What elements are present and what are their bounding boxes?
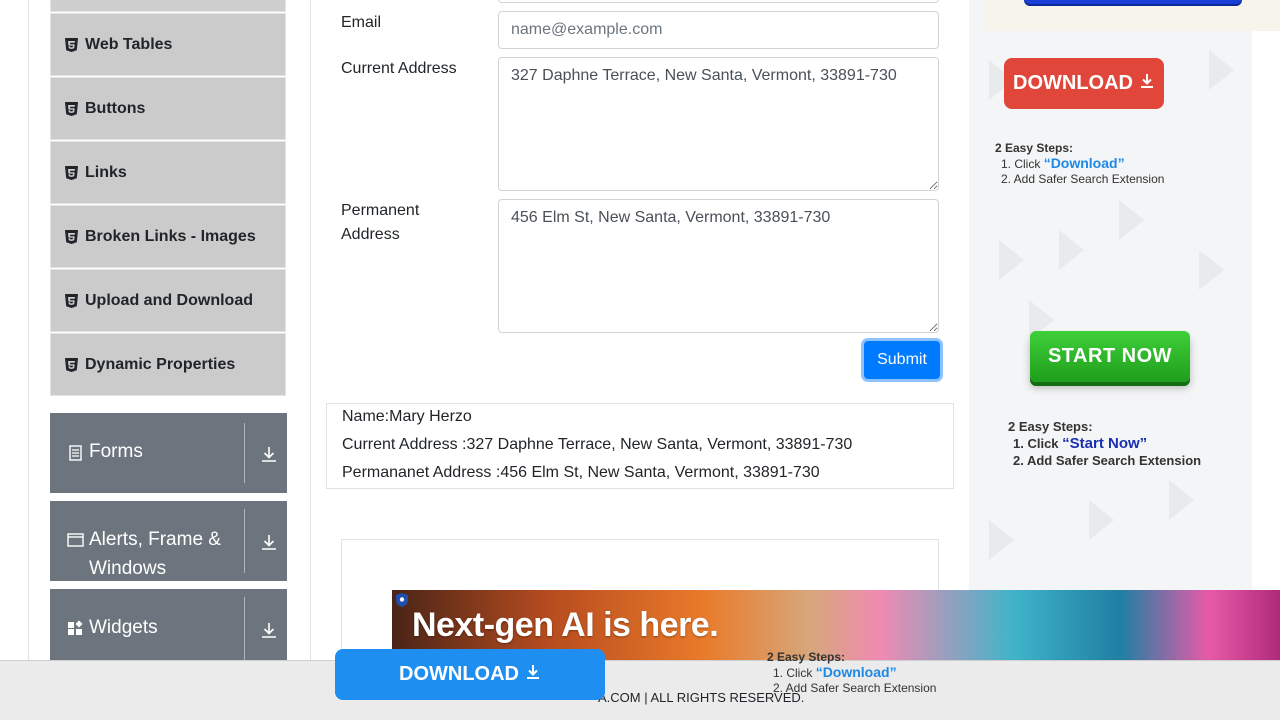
download-icon [1139, 72, 1155, 95]
download-icon[interactable] [260, 533, 278, 551]
ad-steps-title: 2 Easy Steps: [995, 141, 1074, 155]
sidebar-group-alerts[interactable]: Alerts, Frame & Windows [50, 501, 287, 581]
ad-start-now-button[interactable]: START NOW [1030, 331, 1190, 382]
sidebar-group-forms[interactable]: Forms [50, 413, 287, 493]
sidebar-item-label: Broken Links - Images [85, 227, 256, 245]
ad-download-label: DOWNLOAD [1013, 72, 1133, 94]
window-icon [67, 532, 84, 548]
ad-download-button-bottom[interactable]: DOWNLOAD [335, 649, 605, 700]
ad-step-1-highlight: “Download” [1043, 155, 1125, 171]
ad-step-1: 1. Click “Download” [995, 156, 1164, 172]
ad-shield-icon [396, 593, 408, 607]
form-icon [67, 445, 84, 461]
sidebar-item-label: Upload and Download [85, 291, 253, 309]
html5-icon [65, 357, 78, 372]
sidebar-item-broken-links[interactable]: Broken Links - Images [50, 205, 286, 268]
ad-steps-2: 2 Easy Steps: 1. Click “Start Now” 2. Ad… [1008, 418, 1201, 469]
current-address-label: Current Address [341, 60, 457, 77]
permanent-address-label-line2: Address [341, 226, 400, 243]
sidebar-left-border [28, 0, 29, 720]
sidebar-item-dynamic-properties[interactable]: Dynamic Properties [50, 333, 286, 396]
ad-steps-2-step-1: 1. Click “Start Now” [1008, 435, 1201, 452]
ad-steps-2-title: 2 Easy Steps: [1008, 419, 1093, 434]
permanent-address-label: Permanent [341, 202, 420, 219]
sidebar-group-label: Alerts, Frame & [89, 529, 221, 550]
ad-download-button[interactable]: DOWNLOAD [1004, 58, 1164, 109]
divider [244, 509, 245, 573]
ad-steps-2-step-2: 2. Add Safer Search Extension [1013, 453, 1202, 468]
output-permanent-address: Permananet Address :456 Elm St, New Sant… [342, 464, 820, 481]
download-icon[interactable] [260, 445, 278, 463]
output-name: Name:Mary Herzo [342, 408, 472, 425]
ad-footer-step-1-highlight: “Download” [815, 664, 897, 680]
submit-button[interactable]: Submit [864, 341, 940, 379]
sidebar-item-upload-download[interactable]: Upload and Download [50, 269, 286, 332]
ad-footer-step-1: 1. Click “Download” [767, 665, 936, 681]
ad-button-partial[interactable] [1024, 0, 1242, 4]
widgets-icon [67, 620, 84, 636]
ad-top-strip [984, 0, 1280, 31]
ad-footer-step-1-prefix: 1. Click [773, 666, 816, 680]
sidebar-item-label: Buttons [85, 99, 146, 117]
html5-icon [65, 229, 78, 244]
sidebar-item-buttons[interactable]: Buttons [50, 77, 286, 140]
ad-steps-2-step-1-prefix: 1. Click [1013, 436, 1063, 451]
sidebar-item-partial[interactable] [50, 0, 286, 12]
ad-steps-2-step-1-highlight: “Start Now” [1062, 435, 1148, 452]
download-icon [525, 663, 541, 686]
sidebar-item-label: Links [85, 163, 127, 181]
ad-download-label: DOWNLOAD [399, 663, 519, 685]
ad-step-2: 2. Add Safer Search Extension [1001, 172, 1165, 186]
sidebar-right-border [310, 0, 311, 720]
html5-icon [65, 37, 78, 52]
html5-icon [65, 101, 78, 116]
sidebar-group-label: Widgets [89, 617, 158, 638]
sidebar-item-web-tables[interactable]: Web Tables [50, 13, 286, 76]
sidebar-item-label: Web Tables [85, 35, 173, 53]
permanent-address-field[interactable]: 456 Elm St, New Santa, Vermont, 33891-73… [498, 199, 939, 333]
download-icon[interactable] [260, 621, 278, 639]
sidebar-group-label: Forms [89, 441, 143, 462]
sidebar-group-label-line2: Windows [89, 558, 167, 579]
ad-headline: Next-gen AI is here. [412, 606, 719, 644]
ad-step-1-prefix: 1. Click [1001, 157, 1044, 171]
previous-field-partial[interactable] [498, 0, 939, 3]
sidebar-item-label: Dynamic Properties [85, 355, 236, 373]
output-current-address: Current Address :327 Daphne Terrace, New… [342, 436, 853, 453]
output-panel: Name:Mary Herzo Current Address :327 Dap… [326, 403, 954, 489]
ad-footer-steps: 2 Easy Steps: 1. Click “Download” 2. Add… [767, 650, 936, 696]
current-address-field[interactable]: 327 Daphne Terrace, New Santa, Vermont, … [498, 57, 939, 191]
ad-steps: 2 Easy Steps: 1. Click “Download” 2. Add… [995, 141, 1164, 187]
divider [244, 597, 245, 661]
html5-icon [65, 293, 78, 308]
page: Web Tables Buttons Links Broken Links - … [0, 0, 1280, 720]
email-field[interactable] [498, 11, 939, 49]
html5-icon [65, 165, 78, 180]
ad-footer-step-2: 2. Add Safer Search Extension [773, 681, 937, 695]
sidebar-item-links[interactable]: Links [50, 141, 286, 204]
ad-footer-steps-title: 2 Easy Steps: [767, 650, 846, 664]
sidebar-group-widgets[interactable]: Widgets [50, 589, 287, 669]
divider [244, 423, 245, 483]
email-label: Email [341, 14, 382, 31]
